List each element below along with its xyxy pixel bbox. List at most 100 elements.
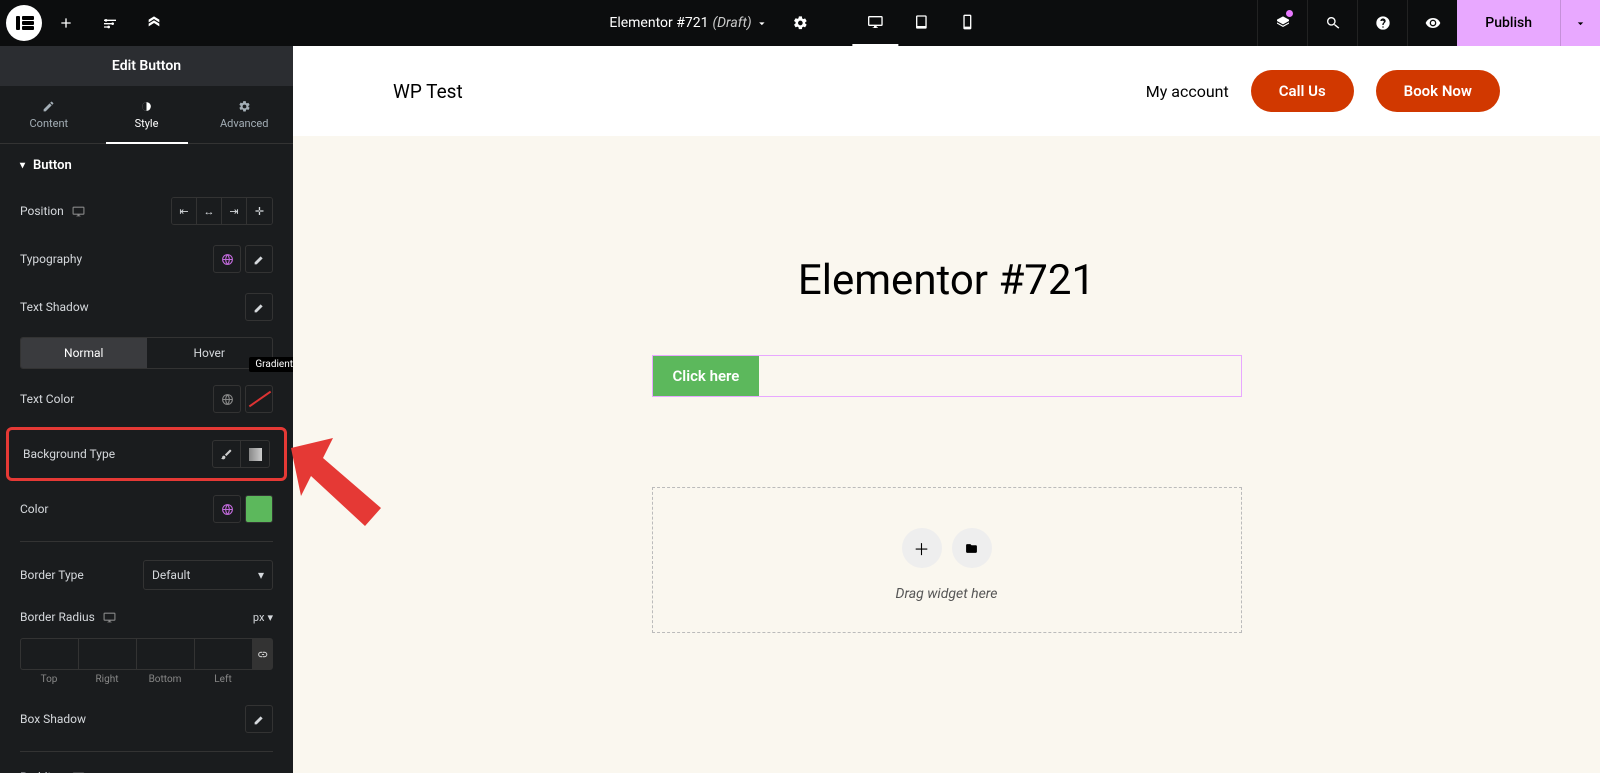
bg-type-classic-button[interactable] (213, 441, 241, 467)
selected-button-widget[interactable]: Click here (652, 355, 1242, 397)
bg-type-gradient-button[interactable] (241, 441, 269, 467)
border-type-select[interactable]: Default ▾ (143, 560, 273, 590)
typography-global-button[interactable] (213, 245, 241, 273)
tab-content[interactable]: Content (0, 86, 98, 143)
brush-icon (220, 448, 233, 461)
device-tablet-button[interactable] (899, 0, 945, 46)
background-type-label: Background Type (23, 447, 115, 461)
border-radius-bottom-input[interactable] (137, 639, 195, 669)
border-radius-left-input[interactable] (195, 639, 253, 669)
color-global-button[interactable] (213, 495, 241, 523)
preview-button[interactable] (1407, 0, 1457, 46)
tab-advanced[interactable]: Advanced (195, 86, 293, 143)
tab-advanced-label: Advanced (220, 117, 268, 130)
tab-content-label: Content (30, 117, 69, 130)
control-box-shadow: Box Shadow (0, 695, 293, 743)
add-widget-circle-button[interactable]: ＋ (902, 528, 942, 568)
style-icon (140, 100, 153, 113)
border-radius-top-input[interactable] (21, 639, 79, 669)
desktop-icon[interactable] (103, 611, 116, 624)
document-title-text: Elementor #721 (609, 15, 708, 31)
canvas-area[interactable]: WP Test My account Call Us Book Now Elem… (293, 46, 1600, 773)
preview-book-button[interactable]: Book Now (1376, 70, 1500, 112)
box-shadow-label: Box Shadow (20, 712, 86, 726)
text-color-global-button[interactable] (213, 385, 241, 413)
preview-click-button[interactable]: Click here (653, 356, 760, 396)
page-settings-button[interactable] (781, 3, 821, 43)
chevron-down-icon: ▾ (258, 568, 264, 582)
responsive-device-group (853, 0, 991, 46)
state-normal-button[interactable]: Normal (21, 338, 147, 368)
text-color-swatch[interactable] (245, 385, 273, 413)
text-color-label: Text Color (20, 392, 74, 406)
page-preview: WP Test My account Call Us Book Now Elem… (293, 46, 1600, 773)
control-text-color: Text Color Gradient (0, 375, 293, 423)
section-button-header[interactable]: Button (0, 144, 293, 187)
control-text-shadow: Text Shadow (0, 283, 293, 331)
border-radius-inputs (20, 638, 273, 670)
divider (20, 541, 273, 542)
site-settings-button[interactable] (90, 3, 130, 43)
preview-account-link[interactable]: My account (1146, 82, 1229, 101)
text-shadow-label: Text Shadow (20, 300, 89, 314)
bg-color-swatch[interactable] (245, 495, 273, 523)
preview-page-title: Elementor #721 (293, 136, 1600, 355)
control-border-type: Border Type Default ▾ (0, 550, 293, 600)
gear-icon (238, 100, 251, 113)
position-align-group: ⇤ ↔ ⇥ ✛ (171, 197, 273, 225)
typography-edit-button[interactable] (245, 245, 273, 273)
preview-call-button[interactable]: Call Us (1251, 70, 1354, 112)
sidebar-tabs: Content Style Advanced (0, 86, 293, 144)
typography-label: Typography (20, 252, 82, 266)
sidebar-title: Edit Button (0, 46, 293, 86)
chevron-down-icon (756, 17, 769, 30)
add-widget-button[interactable] (46, 3, 86, 43)
border-type-label: Border Type (20, 568, 84, 582)
text-shadow-edit-button[interactable] (245, 293, 273, 321)
document-title-dropdown[interactable]: Elementor #721 (Draft) (609, 15, 768, 31)
border-radius-link-button[interactable] (253, 639, 272, 669)
section-button-label: Button (33, 158, 72, 173)
control-typography: Typography (0, 235, 293, 283)
background-type-highlight: Background Type (6, 427, 287, 481)
publish-options-button[interactable] (1560, 0, 1600, 46)
notifications-button[interactable] (1257, 0, 1307, 46)
document-status: (Draft) (712, 15, 751, 31)
publish-button[interactable]: Publish (1457, 0, 1560, 46)
border-radius-labels: Top Right Bottom Left (20, 674, 273, 685)
finder-search-button[interactable] (1307, 0, 1357, 46)
border-radius-right-input[interactable] (79, 639, 137, 669)
help-button[interactable] (1357, 0, 1407, 46)
template-library-button[interactable] (952, 528, 992, 568)
pencil-icon (253, 253, 266, 266)
color-label: Color (20, 502, 48, 516)
box-shadow-edit-button[interactable] (245, 705, 273, 733)
editor-sidebar: Edit Button Content Style Advanced Butto… (0, 46, 293, 773)
position-label: Position (20, 204, 64, 218)
structure-button[interactable] (134, 3, 174, 43)
control-padding: Padding px▾ (0, 760, 293, 773)
border-radius-unit[interactable]: px▾ (253, 611, 273, 624)
align-left-button[interactable]: ⇤ (172, 198, 197, 224)
border-radius-label: Border Radius (20, 610, 95, 624)
align-center-button[interactable]: ↔ (197, 198, 222, 224)
align-justify-button[interactable]: ✛ (247, 198, 272, 224)
sidebar-scroll[interactable]: Button Position ⇤ ↔ ⇥ ✛ Typography (0, 144, 293, 773)
desktop-icon[interactable] (72, 205, 85, 218)
device-mobile-button[interactable] (945, 0, 991, 46)
globe-icon (221, 503, 234, 516)
control-color: Color (0, 485, 293, 533)
align-right-button[interactable]: ⇥ (222, 198, 247, 224)
elementor-logo-icon[interactable] (6, 5, 42, 41)
tab-style-label: Style (135, 117, 159, 130)
device-desktop-button[interactable] (853, 0, 899, 46)
pencil-icon (253, 713, 266, 726)
topbar-right-group: Publish (1257, 0, 1600, 46)
tab-style[interactable]: Style (98, 86, 196, 143)
drop-zone[interactable]: ＋ Drag widget here (652, 487, 1242, 633)
preview-site-title[interactable]: WP Test (393, 80, 463, 103)
topbar-left-group (0, 3, 174, 43)
link-icon (256, 648, 269, 661)
editor-topbar: Elementor #721 (Draft) (0, 0, 1600, 46)
main-layout: Edit Button Content Style Advanced Butto… (0, 46, 1600, 773)
